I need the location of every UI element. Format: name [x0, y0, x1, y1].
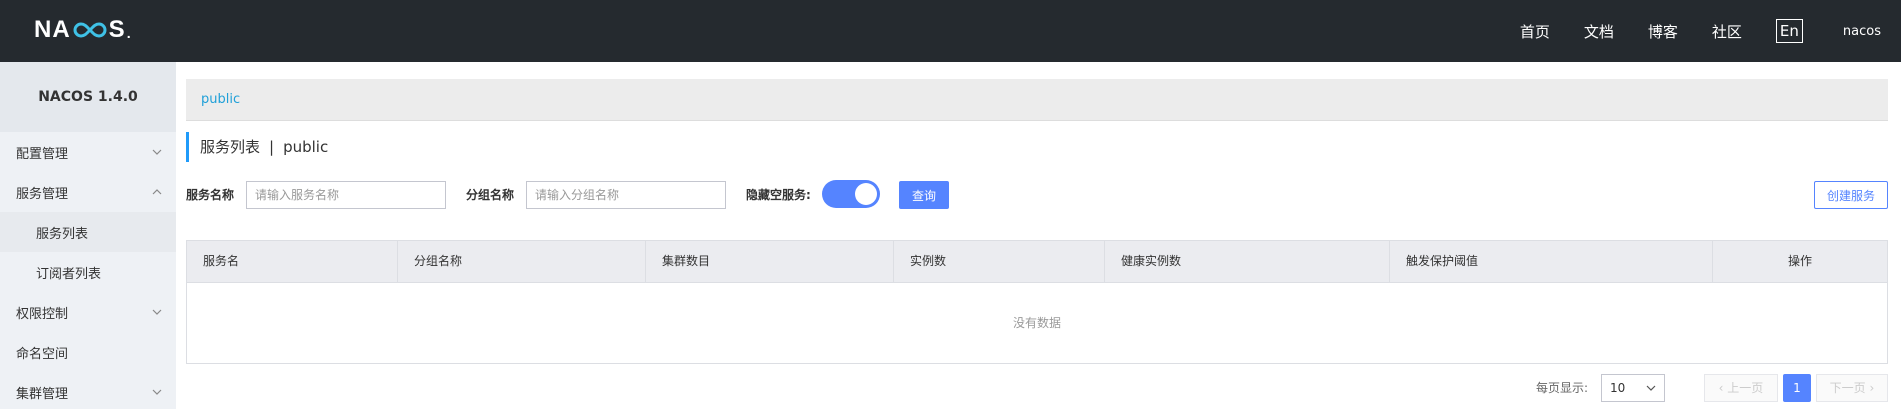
title-separator: |: [269, 138, 275, 156]
sidebar-item-subscriber-list[interactable]: 订阅者列表: [0, 252, 176, 292]
sidebar-version: NACOS 1.4.0: [0, 62, 176, 132]
hide-empty-label: 隐藏空服务:: [746, 188, 811, 202]
column-healthy-instance-count: 健康实例数: [1105, 241, 1390, 282]
sidebar-item-cluster-management[interactable]: 集群管理: [0, 372, 176, 412]
sidebar-item-label: 服务列表: [36, 226, 89, 242]
sidebar-item-access-control[interactable]: 权限控制: [0, 292, 176, 332]
chevron-left-icon: ‹: [1718, 381, 1728, 395]
group-name-label: 分组名称: [466, 188, 515, 202]
nav-docs[interactable]: 文档: [1584, 21, 1614, 42]
column-cluster-count: 集群数目: [646, 241, 894, 282]
table-header: 服务名 分组名称 集群数目 实例数 健康实例数 触发保护阈值 操作: [187, 241, 1887, 283]
query-button[interactable]: 查询: [899, 181, 949, 209]
chevron-up-icon: [152, 189, 162, 195]
chevron-right-icon: ›: [1865, 381, 1875, 395]
create-service-button[interactable]: 创建服务: [1814, 181, 1888, 209]
nav-home[interactable]: 首页: [1520, 21, 1550, 42]
main-content: public 服务列表 | public 服务名称 分组名称 隐藏空服务: 查询 创…: [186, 62, 1888, 409]
table-empty-text: 没有数据: [1012, 316, 1061, 330]
chevron-down-icon: [1646, 385, 1656, 391]
column-service-name: 服务名: [187, 241, 398, 282]
group-name-input[interactable]: [526, 181, 726, 209]
next-page-button[interactable]: 下一页 ›: [1816, 374, 1888, 402]
language-switch-button[interactable]: En: [1775, 19, 1803, 43]
nav-blog[interactable]: 博客: [1648, 21, 1678, 42]
sidebar-item-service-management[interactable]: 服务管理: [0, 172, 176, 212]
service-name-label: 服务名称: [186, 188, 235, 202]
column-group-name: 分组名称: [398, 241, 646, 282]
filter-bar: 服务名称 分组名称 隐藏空服务: 查询 创建服务: [186, 180, 1888, 210]
sidebar: NACOS 1.4.0 配置管理 服务管理 服务列表 订阅者列表 权限控制 命名…: [0, 62, 176, 409]
page-title-namespace: public: [283, 138, 329, 156]
chevron-down-icon: [152, 309, 162, 315]
service-table: 服务名 分组名称 集群数目 实例数 健康实例数 触发保护阈值 操作 没有数据: [186, 240, 1888, 364]
column-actions: 操作: [1787, 254, 1812, 268]
sidebar-item-service-list[interactable]: 服务列表: [0, 212, 176, 252]
hide-empty-toggle[interactable]: [822, 180, 880, 208]
service-name-input[interactable]: [246, 181, 446, 209]
logo-infinity-icon: [73, 22, 107, 38]
page-title: 服务列表 | public: [186, 132, 328, 162]
breadcrumb-namespace[interactable]: public: [186, 79, 1888, 121]
sidebar-item-label: 服务管理: [16, 186, 69, 202]
prev-page-button[interactable]: ‹ 上一页: [1704, 374, 1778, 402]
nav-community[interactable]: 社区: [1712, 21, 1742, 42]
sidebar-item-label: 集群管理: [16, 386, 69, 402]
page-size-label: 每页显示:: [1536, 381, 1589, 395]
pagination: 每页显示: 10 ‹ 上一页 1 下一页 ›: [186, 374, 1888, 402]
page-size-value: 10: [1610, 381, 1626, 395]
page-number-current[interactable]: 1: [1783, 374, 1811, 402]
prev-page-label: 上一页: [1727, 381, 1764, 395]
column-instance-count: 实例数: [894, 241, 1105, 282]
sidebar-item-label: 配置管理: [16, 146, 69, 162]
sidebar-item-namespace[interactable]: 命名空间: [0, 332, 176, 372]
sidebar-item-label: 权限控制: [16, 306, 69, 322]
top-nav: 首页 文档 博客 社区 En nacos: [1486, 0, 1881, 62]
chevron-down-icon: [152, 149, 162, 155]
nacos-logo[interactable]: NA S.: [34, 14, 132, 46]
top-navbar: NA S. 首页 文档 博客 社区 En nacos: [0, 0, 1901, 62]
toggle-knob: [855, 183, 877, 205]
page-title-text: 服务列表: [200, 138, 261, 156]
chevron-down-icon: [152, 389, 162, 395]
sidebar-item-label: 命名空间: [16, 346, 69, 362]
sidebar-item-label: 订阅者列表: [36, 266, 102, 282]
user-name[interactable]: nacos: [1843, 24, 1881, 39]
sidebar-item-config-management[interactable]: 配置管理: [0, 132, 176, 172]
column-protect-threshold: 触发保护阈值: [1390, 241, 1713, 282]
next-page-label: 下一页: [1829, 381, 1866, 395]
page-size-select[interactable]: 10: [1601, 374, 1665, 402]
